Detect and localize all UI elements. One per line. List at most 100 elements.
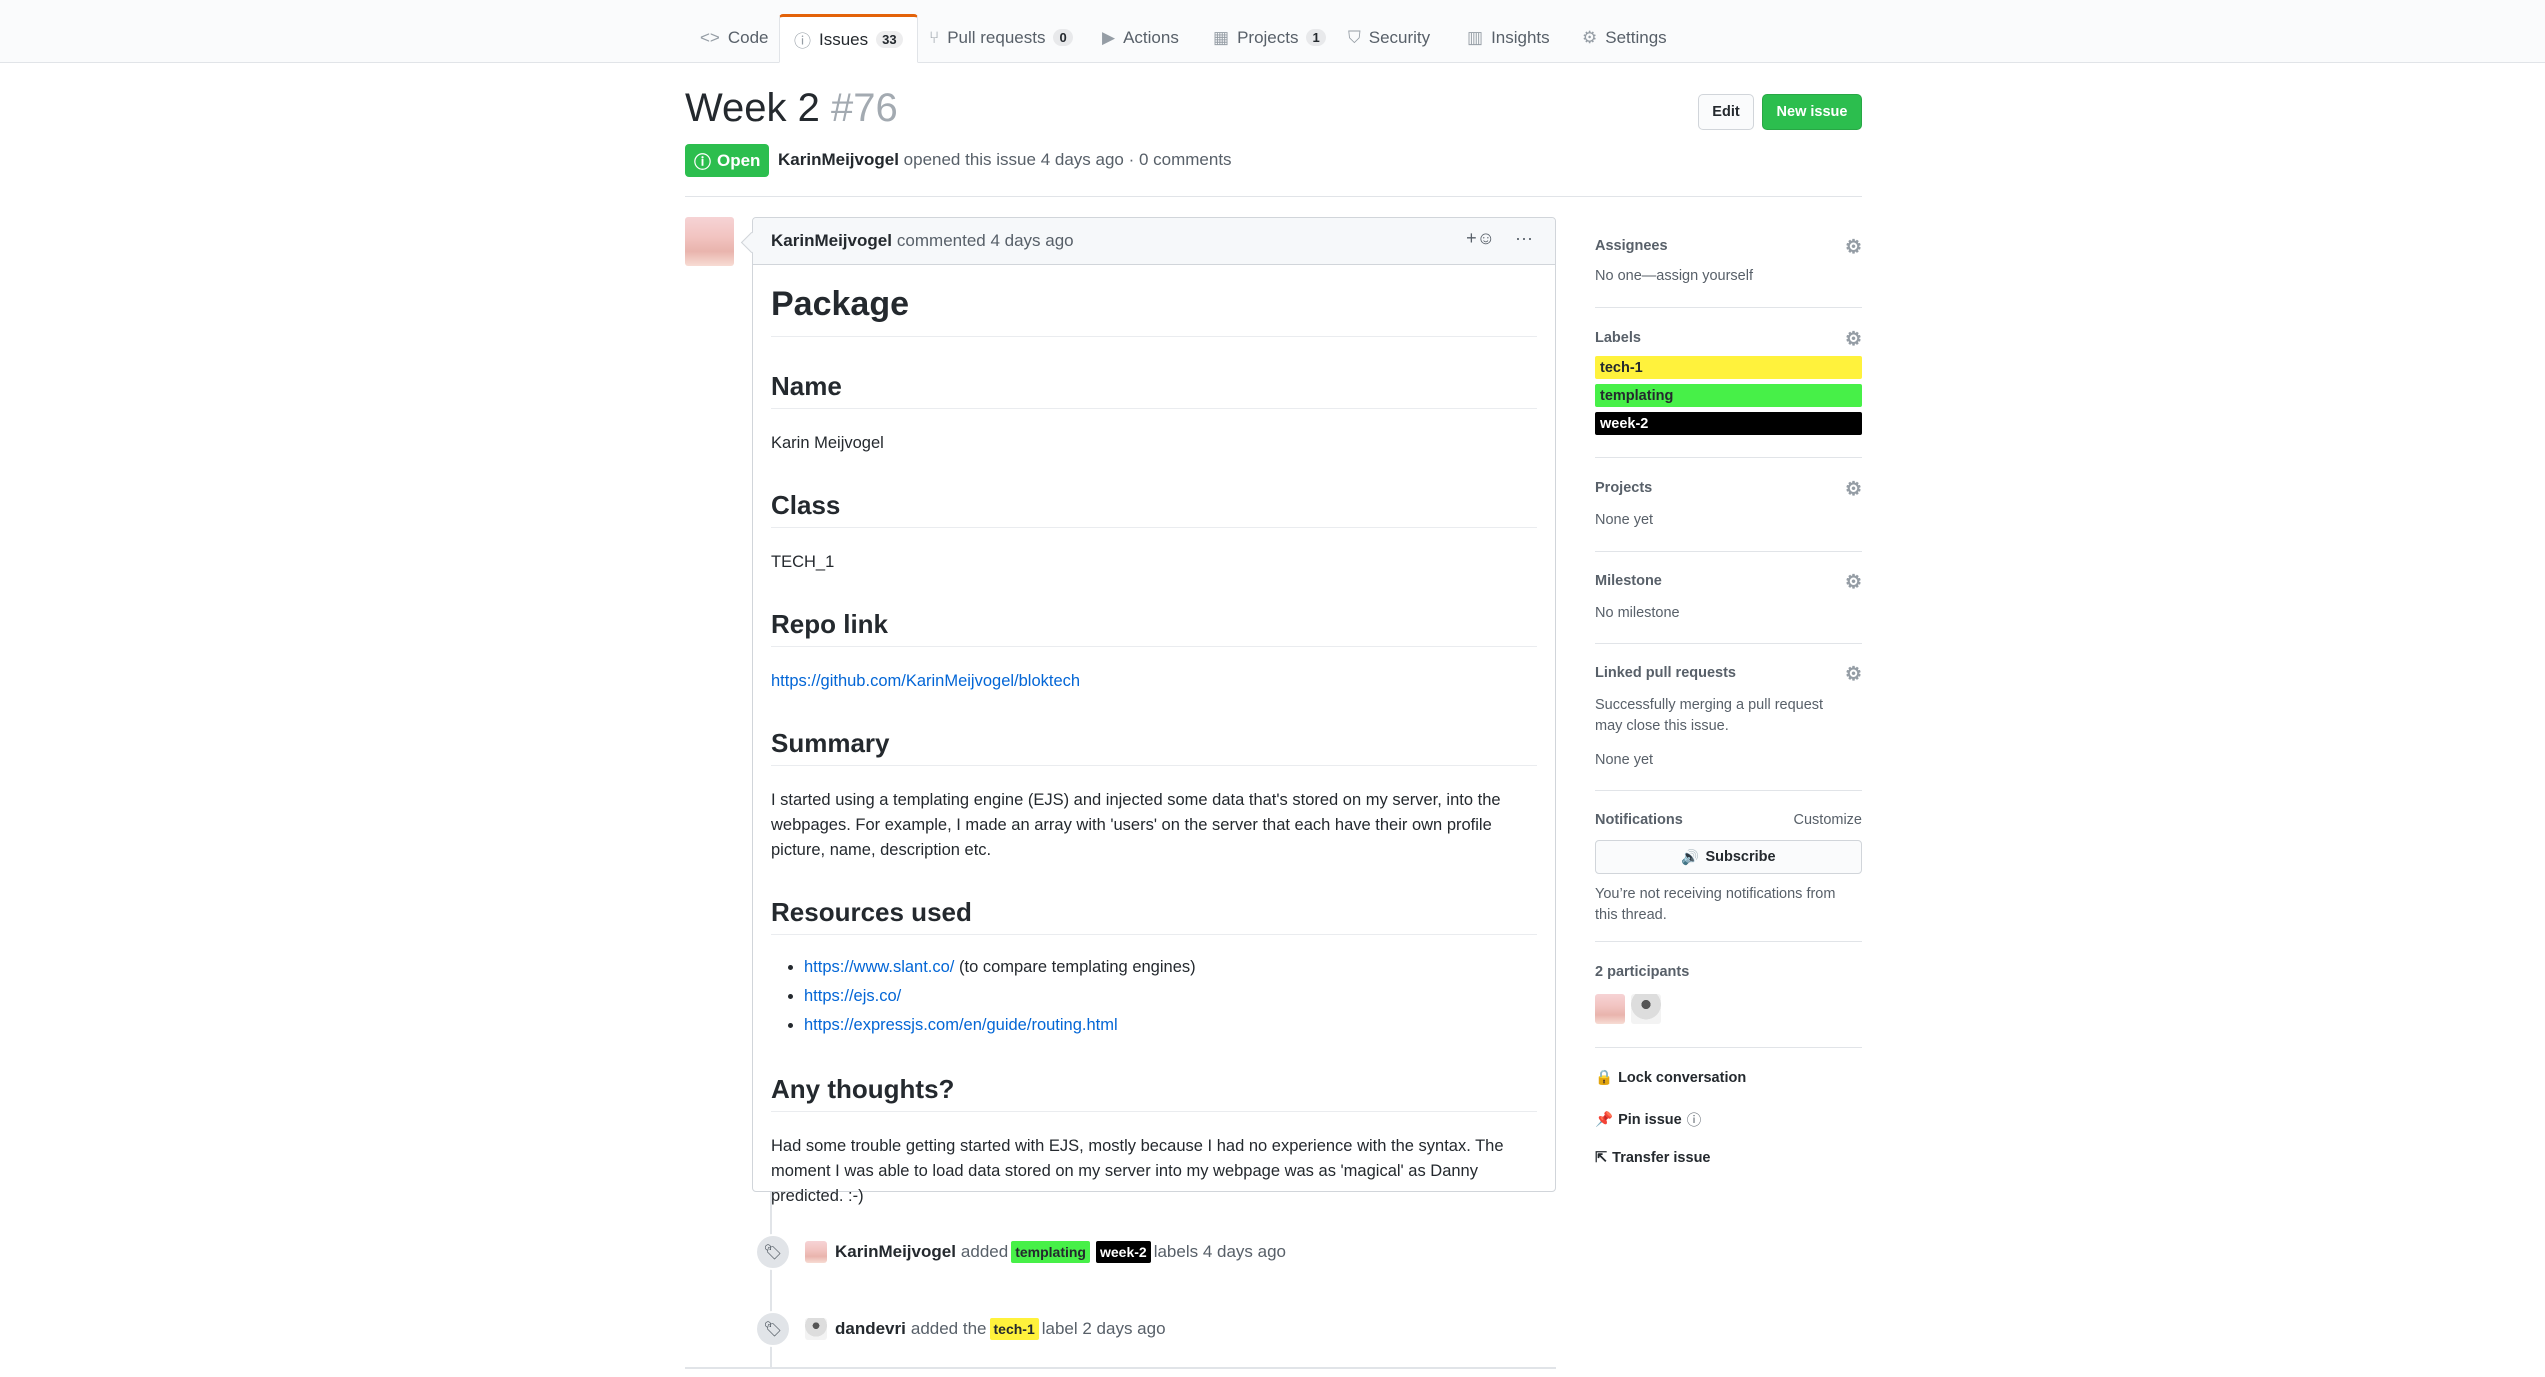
- projects-heading[interactable]: Projects ⚙: [1595, 479, 1862, 500]
- thoughts-text: Had some trouble getting started with EJ…: [771, 1137, 1504, 1205]
- label-templating[interactable]: templating: [1595, 384, 1862, 407]
- meta-text: opened this issue 4 days ago · 0 comment…: [903, 150, 1232, 169]
- resource-link[interactable]: https://www.slant.co/: [804, 958, 954, 976]
- avatar[interactable]: [685, 217, 734, 266]
- repo-link[interactable]: https://github.com/KarinMeijvogel/blokte…: [771, 672, 1080, 690]
- kebab-horizontal-icon[interactable]: ···: [1515, 228, 1533, 249]
- issue-number: #76: [831, 86, 898, 130]
- label-tech-1[interactable]: tech-1: [989, 1318, 1039, 1340]
- sidebar-milestone: Milestone ⚙ No milestone: [1595, 572, 1862, 624]
- milestone-value: No milestone: [1595, 605, 1680, 621]
- tab-issues[interactable]: ⓘ Issues 33: [779, 14, 918, 63]
- notifications-heading: Notifications Customize: [1595, 812, 1862, 828]
- avatar[interactable]: [1595, 994, 1625, 1024]
- tag-icon: 🏷: [755, 1311, 791, 1347]
- tab-security[interactable]: ⛉ Security: [1334, 14, 1444, 61]
- heading-repo-link: Repo link: [771, 609, 1537, 647]
- edit-button[interactable]: Edit: [1698, 94, 1754, 130]
- issue-comment: KarinMeijvogel commented 4 days ago +☺ ·…: [752, 217, 1556, 1205]
- list-item: https://expressjs.com/en/guide/routing.h…: [804, 1011, 1537, 1040]
- tab-label: Issues: [819, 29, 869, 49]
- event-author-link[interactable]: dandevri: [835, 1319, 906, 1339]
- list-item: https://www.slant.co/ (to compare templa…: [804, 953, 1537, 982]
- pin-issue[interactable]: 📌 Pin issue ⓘ: [1595, 1109, 1862, 1130]
- divider: [685, 196, 1862, 197]
- divider: [685, 1367, 1556, 1369]
- gear-icon[interactable]: ⚙: [1845, 478, 1862, 501]
- notifications-reason: You’re not receiving notifications from …: [1595, 886, 1836, 923]
- labels-heading[interactable]: Labels ⚙: [1595, 329, 1862, 350]
- lock-conversation[interactable]: 🔒 Lock conversation: [1595, 1069, 1862, 1087]
- milestone-heading[interactable]: Milestone ⚙: [1595, 572, 1862, 593]
- divider: [1595, 643, 1862, 644]
- event-action: added: [960, 1242, 1009, 1261]
- new-issue-button[interactable]: New issue: [1762, 94, 1862, 130]
- issue-title: Week 2 #76: [685, 86, 898, 131]
- event-author-link[interactable]: KarinMeijvogel: [835, 1242, 956, 1262]
- heading-package: Package: [771, 285, 1537, 337]
- tab-actions[interactable]: ▶ Actions: [1088, 14, 1193, 61]
- class-value: TECH_1: [771, 553, 835, 571]
- issue-title-text: Week 2: [685, 86, 820, 130]
- tab-pull-requests[interactable]: ⑂ Pull requests 0: [915, 14, 1087, 61]
- timeline-event: 🏷 KarinMeijvogel added templating week-2…: [755, 1234, 1286, 1270]
- play-icon: ▶: [1102, 27, 1116, 47]
- pin-icon: 📌: [1595, 1112, 1614, 1128]
- event-suffix: labels 4 days ago: [1153, 1242, 1287, 1261]
- gear-icon[interactable]: ⚙: [1845, 663, 1862, 686]
- author-link[interactable]: KarinMeijvogel: [778, 150, 899, 169]
- repo-link-paragraph: https://github.com/KarinMeijvogel/blokte…: [771, 669, 1537, 694]
- heading-class: Class: [771, 490, 1537, 528]
- avatar[interactable]: [805, 1318, 827, 1340]
- pull-requests-counter: 0: [1053, 29, 1073, 46]
- label-week-2[interactable]: week-2: [1095, 1241, 1151, 1263]
- divider: [1595, 1047, 1862, 1048]
- name-value: Karin Meijvogel: [771, 434, 884, 452]
- resource-link[interactable]: https://expressjs.com/en/guide/routing.h…: [804, 1016, 1118, 1034]
- divider: [1595, 551, 1862, 552]
- resource-link[interactable]: https://ejs.co/: [804, 987, 901, 1005]
- timeline-event: 🏷 dandevri added the tech-1 label 2 days…: [755, 1311, 1166, 1347]
- lock-icon: 🔒: [1595, 1070, 1614, 1086]
- pin-label: Pin issue: [1618, 1111, 1682, 1128]
- issue-meta: KarinMeijvogel opened this issue 4 days …: [778, 150, 1232, 170]
- resource-note: (to compare templating engines): [954, 958, 1196, 976]
- issues-counter: 33: [876, 31, 903, 48]
- tab-code[interactable]: <> Code: [686, 14, 783, 61]
- transfer-issue[interactable]: ⇱ Transfer issue: [1595, 1150, 1862, 1166]
- sidebar-projects: Projects ⚙ None yet: [1595, 479, 1862, 531]
- avatar[interactable]: [805, 1241, 827, 1263]
- label-week-2[interactable]: week-2: [1595, 412, 1862, 435]
- avatar[interactable]: [1631, 994, 1661, 1024]
- linked-prs-help: Successfully merging a pull request may …: [1595, 697, 1824, 734]
- label-templating[interactable]: templating: [1011, 1241, 1090, 1263]
- divider: [1595, 790, 1862, 791]
- gear-icon[interactable]: ⚙: [1845, 328, 1862, 351]
- event-action: added the: [910, 1319, 987, 1338]
- customize-link[interactable]: Customize: [1794, 812, 1863, 828]
- gear-icon[interactable]: ⚙: [1845, 236, 1862, 259]
- sidebar-linked-prs: Linked pull requests ⚙ Successfully mergi…: [1595, 664, 1862, 771]
- add-reaction-icon[interactable]: +☺: [1466, 228, 1495, 249]
- tab-label: Code: [727, 27, 769, 47]
- sidebar-participants: 2 participants: [1595, 964, 1862, 1024]
- assignees-heading[interactable]: Assignees ⚙: [1595, 237, 1862, 258]
- issue-opened-icon: ⓘ: [694, 153, 711, 172]
- assignees-value[interactable]: No one—assign yourself: [1595, 266, 1862, 287]
- comment-author-link[interactable]: KarinMeijvogel: [771, 231, 892, 251]
- subscribe-button[interactable]: 🔊 Subscribe: [1595, 840, 1862, 874]
- heading-summary: Summary: [771, 728, 1537, 766]
- comment-timestamp[interactable]: commented 4 days ago: [897, 231, 1074, 251]
- tab-settings[interactable]: ⚙ Settings: [1568, 14, 1681, 61]
- transfer-icon: ⇱: [1595, 1150, 1608, 1166]
- tab-insights[interactable]: ▥ Insights: [1453, 14, 1564, 61]
- lock-label: Lock conversation: [1618, 1069, 1747, 1086]
- subscribe-label: Subscribe: [1705, 849, 1776, 865]
- label-tech-1[interactable]: tech-1: [1595, 356, 1862, 379]
- tab-projects[interactable]: ▦ Projects 1: [1199, 14, 1340, 61]
- linked-prs-heading[interactable]: Linked pull requests ⚙: [1595, 664, 1862, 685]
- unmute-icon: 🔊: [1681, 849, 1700, 866]
- gear-icon[interactable]: ⚙: [1845, 571, 1862, 594]
- project-icon: ▦: [1213, 27, 1230, 47]
- info-icon[interactable]: ⓘ: [1687, 1109, 1702, 1130]
